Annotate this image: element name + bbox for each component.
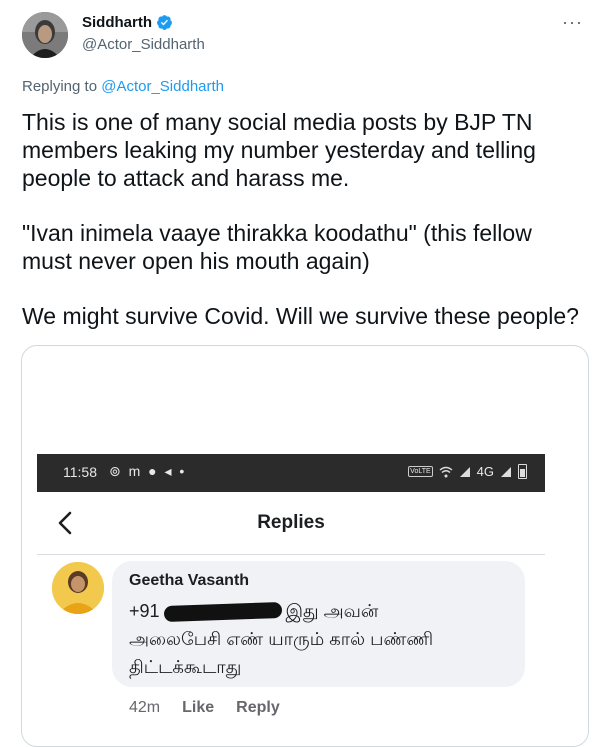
phone-prefix: +91 <box>129 601 160 621</box>
tweet-text: This is one of many social media posts b… <box>22 108 582 357</box>
battery-icon <box>518 464 527 479</box>
comment-text: +91 இது அவன் அலைபேசி எண் யாரும் கால் பண்ண… <box>129 597 509 681</box>
status-time: 11:58 <box>63 464 97 480</box>
redacted-number <box>163 602 282 623</box>
tweet: Siddharth @Actor_Siddharth ··· Replying … <box>0 0 597 747</box>
like-button[interactable]: Like <box>182 699 214 717</box>
tweet-paragraph: We might survive Covid. Will we survive … <box>22 303 579 329</box>
commenter-avatar[interactable] <box>52 562 104 614</box>
comment-time: 42m <box>129 699 161 716</box>
wifi-icon <box>439 466 453 477</box>
phone-screen: Replies Geetha Vasanth +91 இது அவன் அலைபே… <box>37 492 545 746</box>
verified-badge-icon <box>157 15 172 30</box>
status-right-group: VoLTE 4G <box>408 464 527 479</box>
replying-to: Replying to @Actor_Siddharth <box>22 78 224 95</box>
author-avatar[interactable] <box>22 12 68 58</box>
notification-icons: ⊚ m ● ◂ • <box>109 463 187 479</box>
author-name-line: Siddharth <box>82 14 173 31</box>
header-divider <box>37 554 545 555</box>
more-horizontal-icon[interactable]: ··· <box>562 12 583 33</box>
comment-text-part-1: இது அவன் <box>285 601 379 621</box>
replying-to-prefix: Replying to <box>22 78 102 95</box>
comment-bubble: Geetha Vasanth +91 இது அவன் அலைபேசி எண் ய… <box>112 561 525 687</box>
network-type: 4G <box>476 464 494 479</box>
replies-title: Replies <box>257 512 325 533</box>
comment-text-part-2: அலைபேசி எண் யாரும் கால் பண்ணி திட்டக்கூட… <box>129 629 434 677</box>
commenter-avatar-image <box>52 562 104 614</box>
comment-actions: 42m Like Reply <box>129 699 280 717</box>
volte-icon: VoLTE <box>408 466 433 477</box>
commenter-name[interactable]: Geetha Vasanth <box>129 572 249 590</box>
signal-icon-2 <box>501 466 511 477</box>
replying-to-link[interactable]: @Actor_Siddharth <box>101 78 224 95</box>
tweet-paragraph: This is one of many social media posts b… <box>22 109 536 191</box>
author-name[interactable]: Siddharth <box>82 14 152 31</box>
tweet-paragraph: "Ivan inimela vaaye thirakka koodathu" (… <box>22 220 532 274</box>
author-handle[interactable]: @Actor_Siddharth <box>82 36 205 53</box>
signal-icon <box>459 466 470 477</box>
reply-button[interactable]: Reply <box>236 699 280 717</box>
phone-status-bar: 11:58 ⊚ m ● ◂ • VoLTE 4G <box>37 454 545 492</box>
attached-image[interactable]: 11:58 ⊚ m ● ◂ • VoLTE 4G Replies Geetha … <box>21 345 589 747</box>
avatar-image <box>22 12 68 58</box>
